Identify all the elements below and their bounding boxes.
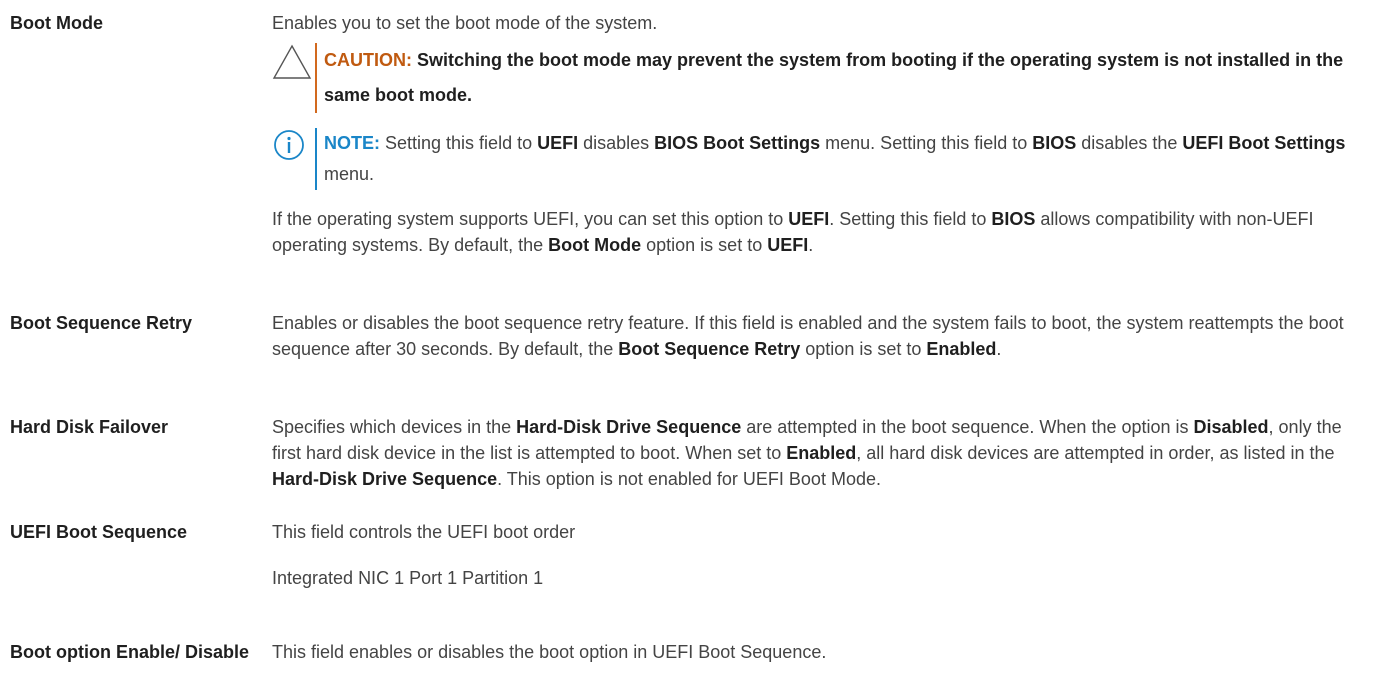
note-text: NOTE: Setting this field to UEFI disable… bbox=[324, 128, 1364, 190]
term-boot-option-enable-disable: Boot option Enable/ Disable bbox=[10, 642, 250, 662]
note-bold-bios: BIOS bbox=[1032, 133, 1077, 153]
failover-desc-1: Specifies which devices in the bbox=[272, 417, 517, 437]
retry-desc-bold-2: Enabled bbox=[926, 339, 997, 359]
failover-desc-bold-1: Hard-Disk Drive Sequence bbox=[516, 417, 742, 437]
boot-mode-description: If the operating system supports UEFI, y… bbox=[272, 206, 1357, 258]
failover-desc-2: are attempted in the boot sequence. When… bbox=[741, 417, 1194, 437]
failover-desc-4: , all hard disk devices are attempted in… bbox=[856, 443, 1335, 463]
note-text-4: disables the bbox=[1076, 133, 1183, 153]
term-hard-disk-failover: Hard Disk Failover bbox=[10, 417, 169, 437]
term-uefi-boot-sequence: UEFI Boot Sequence bbox=[10, 522, 188, 542]
failover-desc-5: . This option is not enabled for UEFI Bo… bbox=[497, 469, 881, 489]
boot-mode-intro: Enables you to set the boot mode of the … bbox=[272, 13, 658, 33]
note-text-3: menu. Setting this field to bbox=[820, 133, 1033, 153]
boot-mode-desc-5: . bbox=[808, 235, 814, 255]
uefi-boot-sequence-entry: Integrated NIC 1 Port 1 Partition 1 bbox=[272, 568, 544, 588]
boot-sequence-retry-description: Enables or disables the boot sequence re… bbox=[272, 310, 1357, 362]
caution-text: CAUTION: Switching the boot mode may pre… bbox=[324, 43, 1364, 113]
term-boot-sequence-retry: Boot Sequence Retry bbox=[10, 313, 193, 333]
note-text-2: disables bbox=[578, 133, 655, 153]
term-boot-mode: Boot Mode bbox=[10, 13, 103, 33]
uefi-boot-sequence-description: This field controls the UEFI boot order bbox=[272, 522, 576, 542]
boot-option-enable-disable-description: This field enables or disables the boot … bbox=[272, 642, 827, 662]
caution-triangle-icon bbox=[272, 44, 312, 85]
failover-desc-bold-2: Disabled bbox=[1193, 417, 1269, 437]
retry-desc-bold-1: Boot Sequence Retry bbox=[618, 339, 801, 359]
note-bold-uefi: UEFI bbox=[537, 133, 579, 153]
boot-mode-desc-4: option is set to bbox=[641, 235, 768, 255]
note-label: NOTE: bbox=[324, 133, 380, 153]
retry-desc-2: option is set to bbox=[800, 339, 927, 359]
retry-desc-3: . bbox=[996, 339, 1002, 359]
note-bold-uefi-boot-settings: UEFI Boot Settings bbox=[1182, 133, 1346, 153]
note-bold-bios-boot-settings: BIOS Boot Settings bbox=[654, 133, 821, 153]
caution-body: Switching the boot mode may prevent the … bbox=[324, 50, 1344, 105]
boot-mode-desc-bold-2: BIOS bbox=[991, 209, 1036, 229]
note-text-1: Setting this field to bbox=[380, 133, 538, 153]
hard-disk-failover-description: Specifies which devices in the Hard-Disk… bbox=[272, 414, 1357, 492]
boot-mode-desc-bold-3: Boot Mode bbox=[548, 235, 642, 255]
caution-label: CAUTION: bbox=[324, 50, 412, 70]
note-text-5: menu. bbox=[324, 164, 375, 184]
failover-desc-bold-3: Enabled bbox=[786, 443, 857, 463]
failover-desc-bold-4: Hard-Disk Drive Sequence bbox=[272, 469, 498, 489]
boot-mode-desc-1: If the operating system supports UEFI, y… bbox=[272, 209, 789, 229]
boot-mode-desc-bold-1: UEFI bbox=[788, 209, 830, 229]
boot-mode-desc-2: . Setting this field to bbox=[829, 209, 992, 229]
note-bar bbox=[315, 128, 317, 190]
caution-bar bbox=[315, 43, 317, 113]
info-circle-icon bbox=[272, 128, 306, 167]
boot-mode-desc-bold-4: UEFI bbox=[767, 235, 809, 255]
